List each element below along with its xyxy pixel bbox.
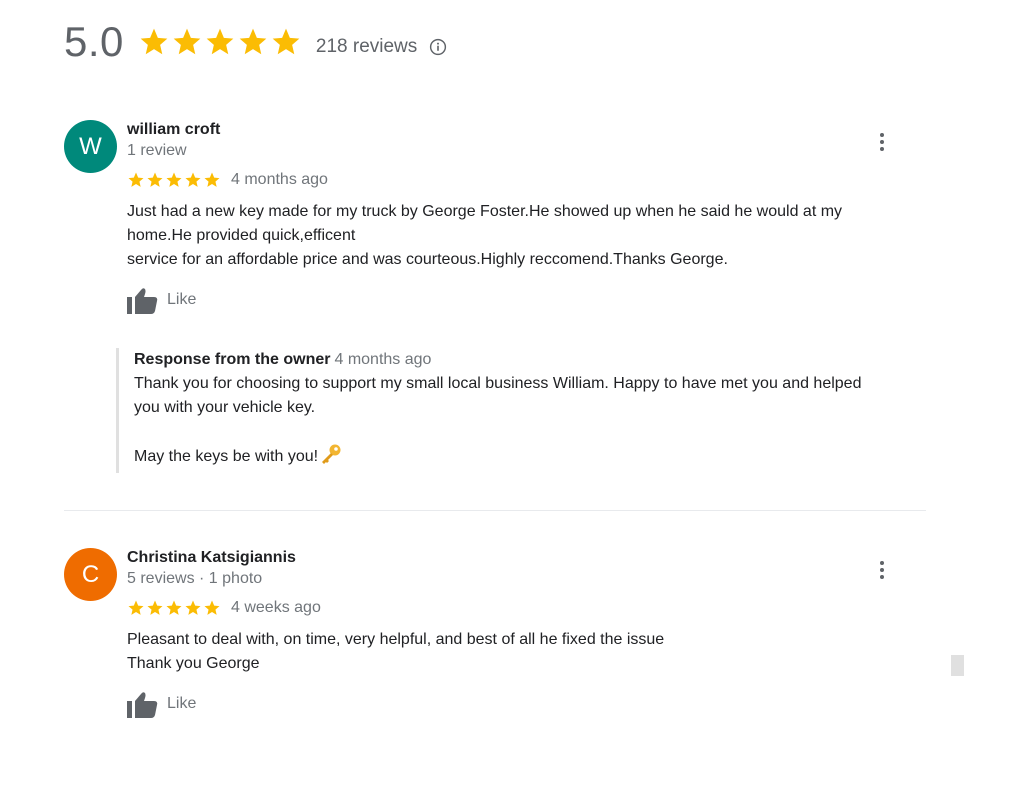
review-text-line: service for an affordable price and was …: [127, 251, 728, 268]
thumbs-up-icon: [127, 287, 158, 314]
star-icon: [204, 172, 220, 187]
response-text-line: Thank you for choosing to support my sma…: [134, 375, 862, 392]
like-button[interactable]: Like: [127, 690, 926, 718]
like-button[interactable]: Like: [127, 286, 926, 314]
star-icon: [173, 28, 201, 55]
reviews-count[interactable]: 218 reviews: [316, 36, 417, 58]
rating-summary: 5.0 218 reviews: [64, 14, 447, 70]
reviewer-name[interactable]: william croft: [127, 120, 926, 140]
star-icon: [128, 600, 144, 615]
response-date: 4 months ago: [334, 351, 432, 368]
star-icon: [204, 600, 220, 615]
star-icon: [239, 28, 267, 55]
review-text-line: Thank you George: [127, 655, 260, 672]
thumbs-up-icon: [127, 691, 158, 718]
review-text-line: Just had a new key made for my truck by …: [127, 203, 843, 220]
star-icon: [128, 172, 144, 187]
review-text: Just had a new key made for my truck by …: [127, 200, 926, 272]
review-text-line: Pleasant to deal with, on time, very hel…: [127, 631, 665, 648]
response-text-line: you with your vehicle key.: [134, 399, 316, 416]
review-stars: [127, 599, 221, 617]
scrollbar-thumb[interactable]: [951, 655, 964, 676]
star-icon: [140, 28, 168, 55]
star-icon: [166, 172, 182, 187]
star-icon: [185, 600, 201, 615]
star-icon: [147, 172, 163, 187]
star-icon: [166, 600, 182, 615]
response-title: Response from the owner: [134, 351, 331, 368]
like-label: Like: [167, 695, 197, 712]
reviewer-meta[interactable]: 1 review: [127, 140, 926, 162]
review-rating: 4 months ago: [127, 170, 926, 190]
review-divider: [64, 510, 926, 511]
summary-stars: [138, 26, 302, 58]
reviewer-meta[interactable]: 5 reviews · 1 photo: [127, 568, 926, 590]
avatar[interactable]: C: [64, 548, 117, 601]
avatar[interactable]: W: [64, 120, 117, 173]
info-icon[interactable]: [429, 38, 447, 56]
avatar-letter: C: [81, 560, 100, 588]
review-date: 4 months ago: [231, 171, 328, 188]
star-icon: [147, 600, 163, 615]
star-icon: [206, 28, 234, 55]
response-closing-text: May the keys be with you!: [134, 448, 319, 465]
star-icon: [272, 28, 300, 55]
review-rating: 4 weeks ago: [127, 598, 926, 618]
like-label: Like: [167, 291, 197, 308]
review-text-line: home.He provided quick,efficent: [127, 227, 356, 244]
reviewer-name[interactable]: Christina Katsigiannis: [127, 548, 926, 568]
avatar-letter: W: [79, 132, 102, 160]
review-date: 4 weeks ago: [231, 599, 321, 616]
key-icon: [322, 444, 341, 464]
star-icon: [185, 172, 201, 187]
review-text: Pleasant to deal with, on time, very hel…: [127, 628, 926, 676]
review-card: C Christina Katsigiannis 5 reviews · 1 p…: [64, 548, 926, 728]
response-closing: May the keys be with you!: [134, 444, 916, 469]
average-score: 5.0: [64, 18, 124, 65]
owner-response: Response from the owner 4 months ago Than…: [116, 348, 916, 473]
review-stars: [127, 171, 221, 189]
